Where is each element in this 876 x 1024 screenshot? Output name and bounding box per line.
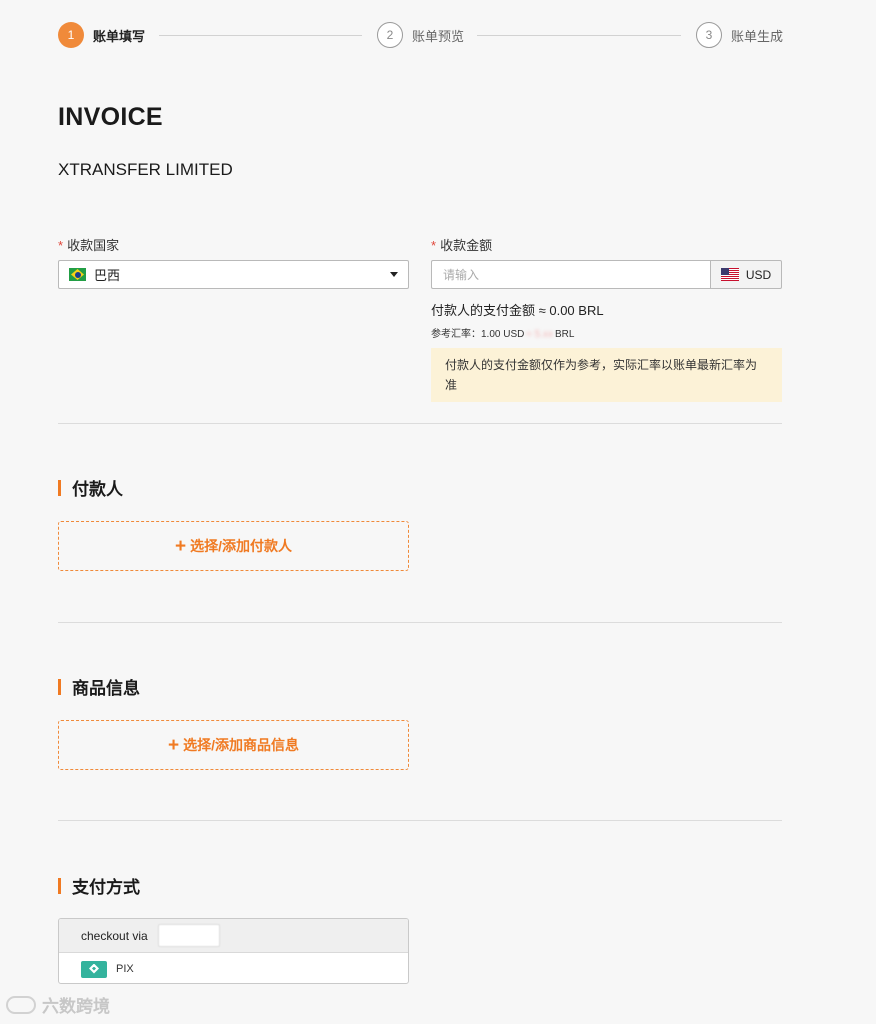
payer-section-title: 付款人: [58, 475, 123, 500]
amount-label-text: 收款金额: [440, 238, 493, 253]
watermark-text: 六数跨境: [42, 997, 110, 1016]
add-goods-button[interactable]: + 选择/添加商品信息: [58, 720, 409, 770]
step-number: 2: [377, 22, 403, 48]
step-connector: [477, 35, 681, 36]
required-mark: *: [431, 238, 437, 253]
reference-rate: 参考汇率：1.00 USD ≈ 5.xx BRL: [431, 325, 574, 340]
section-divider: [58, 423, 782, 424]
currency-select[interactable]: USD: [710, 260, 782, 289]
section-marker: [58, 479, 61, 496]
step-label: 账单填写: [93, 28, 146, 44]
goods-section-title: 商品信息: [58, 674, 140, 699]
reference-rate-prefix: 参考汇率：1.00 USD: [431, 329, 525, 340]
payer-section-title-text: 付款人: [72, 480, 123, 499]
payment-section-title: 支付方式: [58, 873, 140, 898]
us-flag-icon: [720, 268, 739, 281]
step-connector: [159, 35, 362, 36]
page-title: INVOICE: [58, 103, 163, 131]
add-goods-label: 选择/添加商品信息: [183, 737, 299, 753]
step-label: 账单预览: [412, 28, 465, 44]
step-1: 1 账单填写: [58, 21, 145, 49]
company-name: XTRANSFER LIMITED: [58, 160, 233, 179]
add-payer-button[interactable]: + 选择/添加付款人: [58, 521, 409, 571]
required-mark: *: [58, 238, 64, 253]
payment-method-option[interactable]: PIX: [59, 953, 408, 983]
pix-icon: [81, 960, 107, 978]
step-number: 3: [696, 22, 722, 48]
section-marker: [58, 678, 61, 695]
currency-code: USD: [745, 267, 772, 282]
step-3: 3 账单生成: [696, 21, 783, 49]
reference-rate-value: ≈ 5.xx: [526, 329, 553, 340]
section-divider: [58, 622, 782, 623]
section-marker: [58, 877, 61, 894]
goods-section-title-text: 商品信息: [72, 679, 140, 698]
country-select[interactable]: 巴西: [58, 260, 409, 289]
plus-icon: +: [175, 535, 187, 557]
payment-section-title-text: 支付方式: [72, 878, 140, 897]
amount-input[interactable]: [431, 260, 711, 289]
payer-amount-estimate: 付款人的支付金额 ≈ 0.00 BRL: [431, 303, 604, 318]
section-divider: [58, 820, 782, 821]
reference-rate-suffix: BRL: [554, 329, 575, 340]
step-label: 账单生成: [731, 28, 784, 44]
country-label: * 收款国家: [58, 235, 119, 254]
checkout-provider-logo: [157, 924, 220, 947]
plus-icon: +: [168, 734, 180, 756]
payment-method-card[interactable]: checkout via PIX: [58, 918, 409, 984]
amount-label: * 收款金额: [431, 235, 492, 254]
watermark: 六数跨境: [6, 992, 110, 1017]
watermark-logo-icon: [6, 995, 36, 1014]
step-2: 2 账单预览: [377, 21, 464, 49]
payment-method-label: PIX: [116, 963, 134, 975]
add-payer-label: 选择/添加付款人: [190, 538, 292, 554]
brazil-flag-icon: [69, 268, 86, 281]
country-label-text: 收款国家: [67, 238, 120, 253]
country-select-value: 巴西: [94, 268, 121, 283]
checkout-via-label: checkout via: [81, 928, 148, 943]
rate-notice: 付款人的支付金额仅作为参考，实际汇率以账单最新汇率为准: [431, 348, 782, 402]
step-number: 1: [58, 22, 84, 48]
payment-card-header: checkout via: [59, 919, 408, 953]
caret-down-icon[interactable]: [390, 272, 398, 277]
